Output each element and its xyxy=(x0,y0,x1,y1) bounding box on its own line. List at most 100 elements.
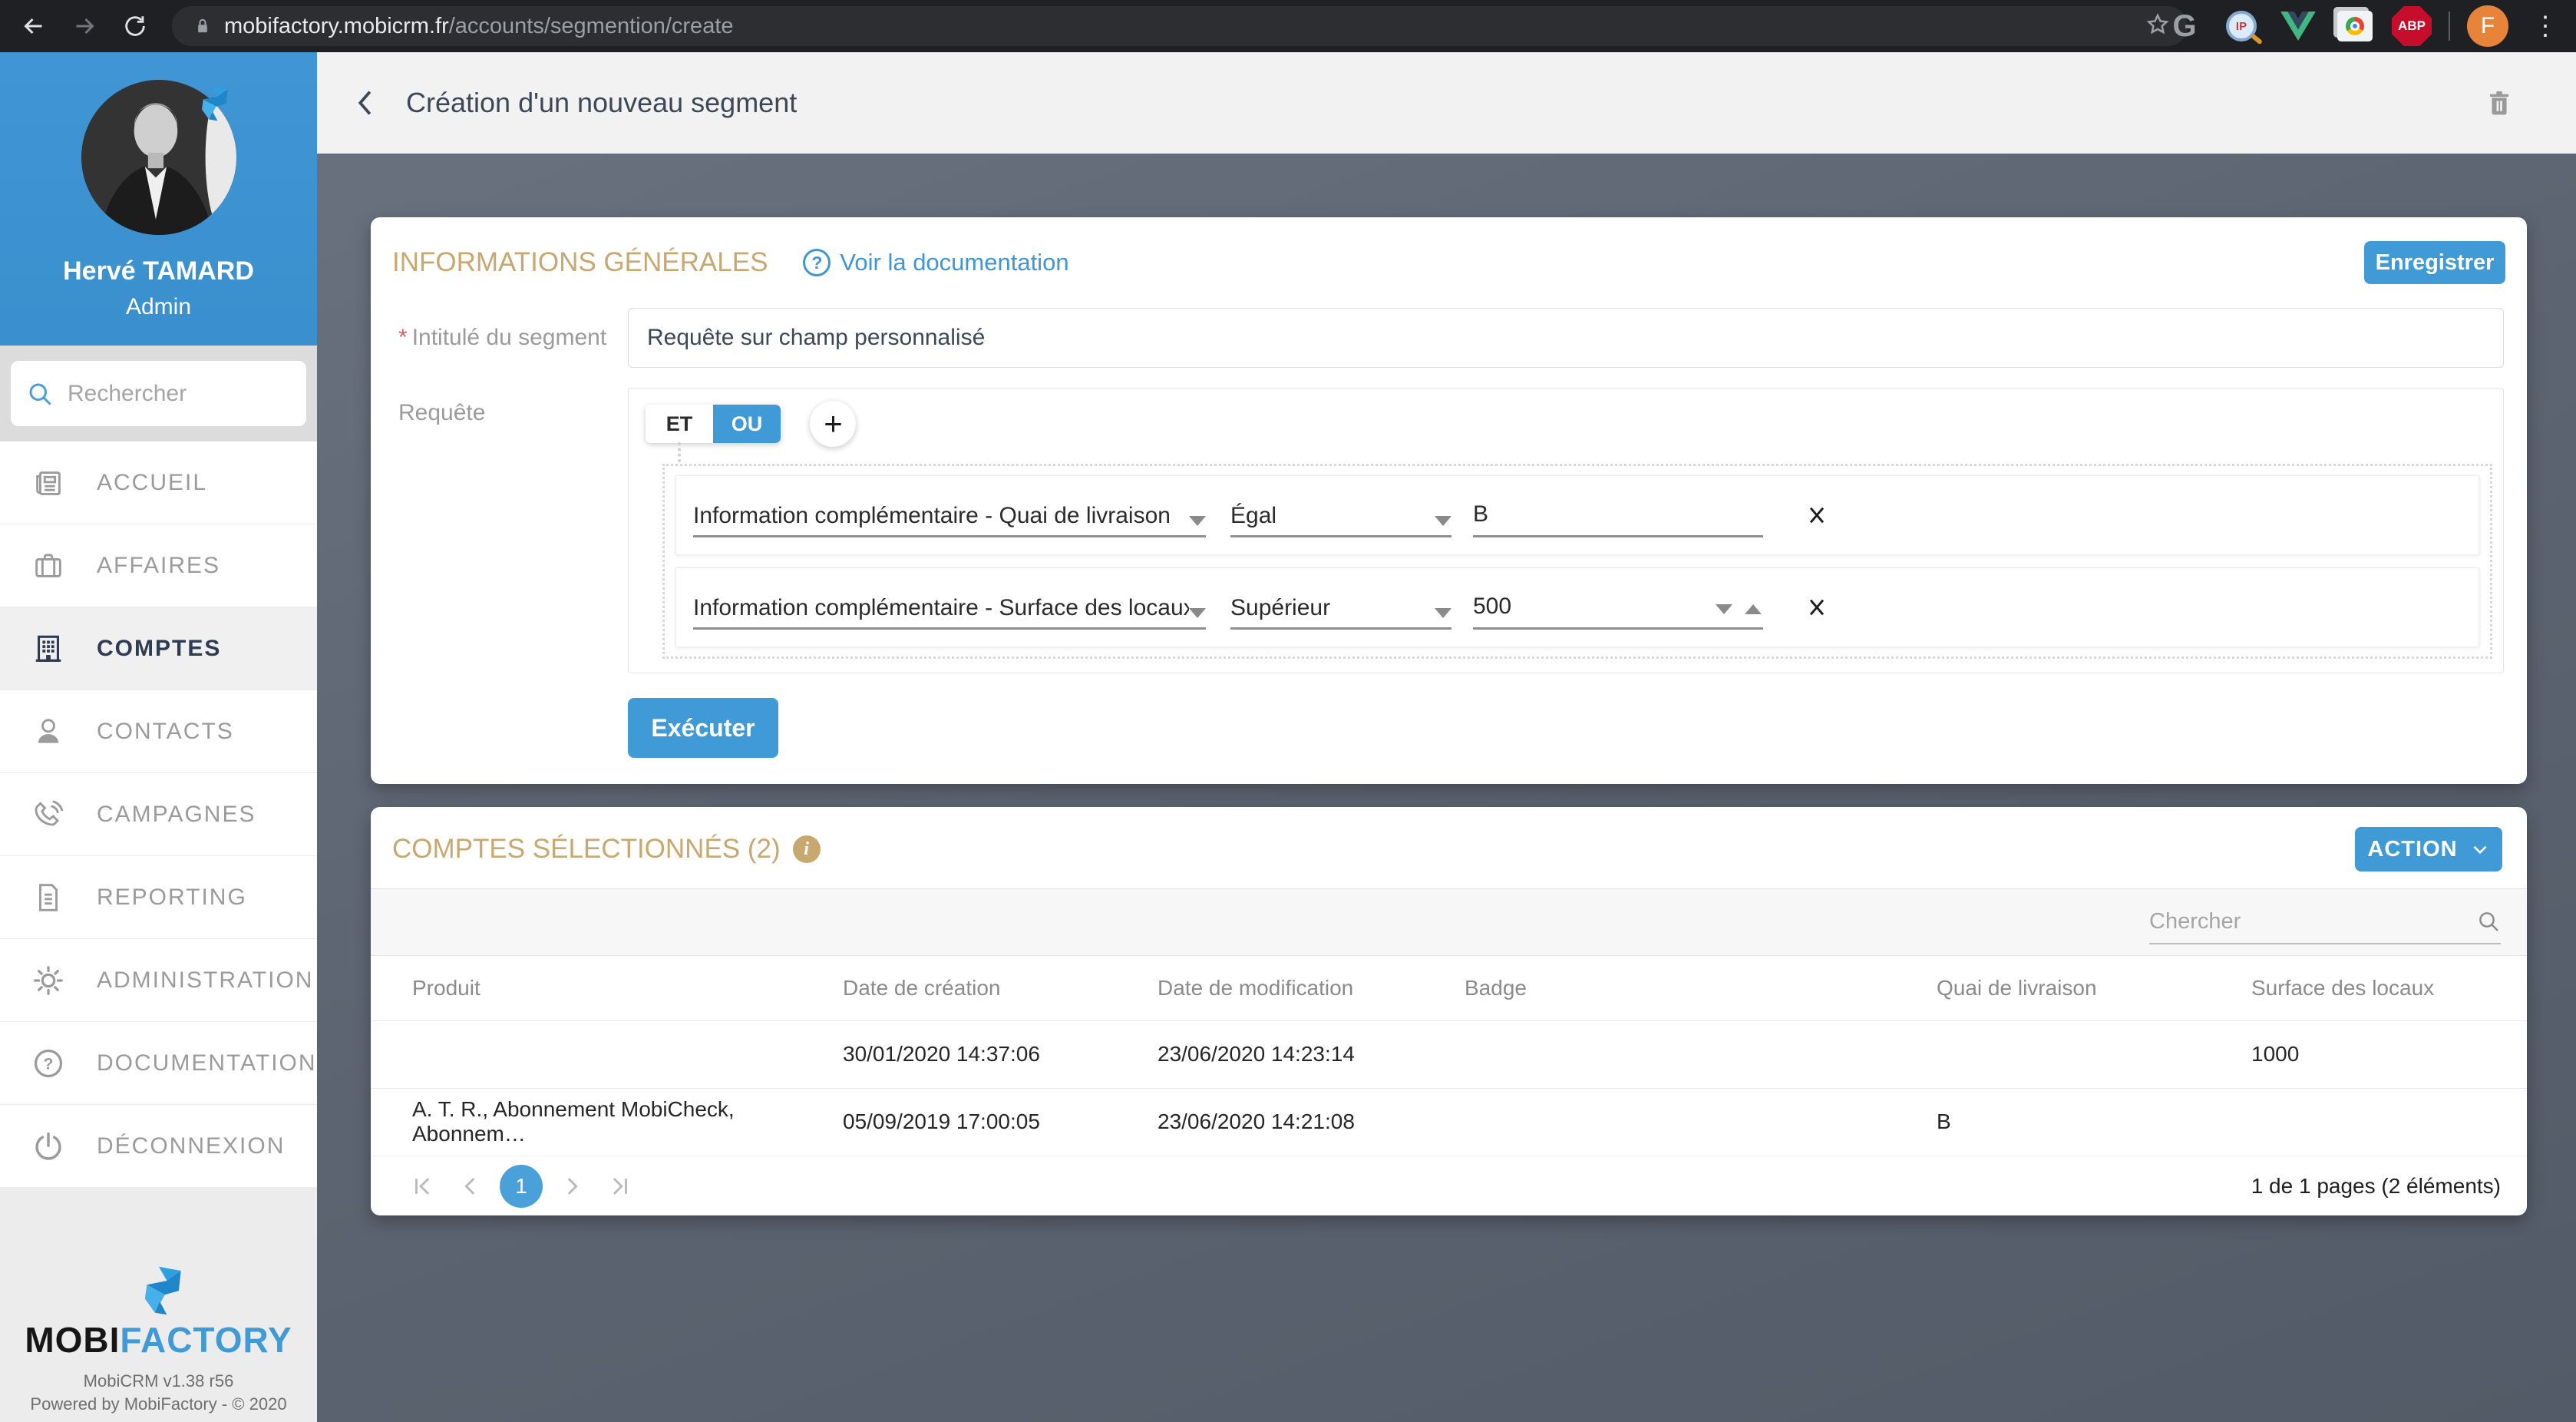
cell-quai xyxy=(1929,1020,2244,1088)
sidebar-item-affaires[interactable]: AFFAIRES xyxy=(0,524,317,607)
operator-and-button[interactable]: ET xyxy=(646,405,713,443)
column-header[interactable]: Produit xyxy=(371,956,835,1020)
cell-date-modification: 23/06/2020 14:23:14 xyxy=(1150,1020,1457,1088)
first-page-button[interactable] xyxy=(405,1168,441,1205)
cell-quai: B xyxy=(1929,1088,2244,1156)
save-button[interactable]: Enregistrer xyxy=(2364,241,2505,284)
selected-accounts-card: COMPTES SÉLECTIONNÉS (2) i ACTION xyxy=(371,807,2527,1215)
browser-profile-avatar[interactable]: F xyxy=(2467,5,2508,47)
accounts-table: Produit Date de création Date de modific… xyxy=(371,956,2527,1156)
page-header: Création d'un nouveau segment xyxy=(317,52,2576,154)
condition-field-select[interactable]: Information complémentaire - Quai de liv… xyxy=(693,493,1206,537)
vue-devtools-icon[interactable] xyxy=(2278,6,2318,46)
condition-row: Information complémentaire - Surface des… xyxy=(675,567,2479,647)
query-label: Requête xyxy=(392,388,628,426)
card-title: COMPTES SÉLECTIONNÉS (2) xyxy=(392,834,781,865)
user-role: Admin xyxy=(126,294,191,320)
prev-page-button[interactable] xyxy=(452,1168,489,1205)
sidebar-item-comptes[interactable]: COMPTES xyxy=(0,607,317,690)
table-row[interactable]: 30/01/2020 14:37:06 23/06/2020 14:23:14 … xyxy=(371,1020,2527,1088)
building-icon xyxy=(31,631,66,666)
table-search-input[interactable] xyxy=(2149,909,2476,934)
address-bar[interactable]: mobifactory.mobicrm.fr/accounts/segmenti… xyxy=(172,6,2188,46)
chevron-down-icon xyxy=(1189,516,1206,526)
column-header[interactable]: Quai de livraison xyxy=(1929,956,2244,1020)
condition-row: Information complémentaire - Quai de liv… xyxy=(675,475,2479,555)
sidebar-item-reporting[interactable]: REPORTING xyxy=(0,856,317,939)
powered-by: Powered by MobiFactory - © 2020 xyxy=(30,1394,286,1414)
last-page-button[interactable] xyxy=(601,1168,638,1205)
page-number-button[interactable]: 1 xyxy=(500,1165,543,1208)
sidebar-search xyxy=(0,346,317,441)
sidebar-item-accueil[interactable]: ACCUEIL xyxy=(0,441,317,524)
browser-menu-icon[interactable]: ⋮ xyxy=(2525,6,2565,46)
ip-lookup-extension-icon[interactable]: IP xyxy=(2221,6,2261,46)
sidebar-item-documentation[interactable]: ? DOCUMENTATION xyxy=(0,1022,317,1105)
search-input[interactable] xyxy=(68,381,364,407)
person-icon xyxy=(31,714,66,749)
segment-name-input[interactable] xyxy=(628,308,2504,368)
conditions-group: Information complémentaire - Quai de liv… xyxy=(662,464,2492,659)
user-name: Hervé TAMARD xyxy=(63,256,254,286)
card-title: INFORMATIONS GÉNÉRALES xyxy=(392,247,768,278)
sidebar: Hervé TAMARD Admin ACCUEIL AFFAIRES xyxy=(0,52,317,1422)
column-header[interactable]: Surface des locaux xyxy=(2244,956,2527,1020)
stepper-up-icon[interactable] xyxy=(1745,604,1762,614)
gear-icon xyxy=(31,963,66,998)
report-icon xyxy=(31,880,66,915)
browser-back-icon[interactable] xyxy=(17,9,51,43)
chevron-down-icon xyxy=(1189,608,1206,618)
table-search-strip xyxy=(371,888,2527,956)
remove-condition-button[interactable] xyxy=(1800,498,1834,532)
browser-forward-icon[interactable] xyxy=(68,9,101,43)
avatar[interactable] xyxy=(81,80,236,235)
help-icon: ? xyxy=(31,1046,66,1081)
condition-field-select[interactable]: Information complémentaire - Surface des… xyxy=(693,585,1206,630)
main-area: Création d'un nouveau segment INFORMATIO… xyxy=(317,52,2576,1422)
column-header[interactable]: Date de modification xyxy=(1150,956,1457,1020)
condition-value-input[interactable] xyxy=(1473,493,1763,537)
sidebar-item-campagnes[interactable]: CAMPAGNES xyxy=(0,773,317,856)
back-button[interactable] xyxy=(345,81,388,124)
url-text: mobifactory.mobicrm.fr/accounts/segmenti… xyxy=(224,14,734,39)
user-panel: Hervé TAMARD Admin xyxy=(0,52,317,346)
documentation-link[interactable]: ? Voir la documentation xyxy=(803,249,1068,276)
add-condition-button[interactable]: + xyxy=(810,401,856,447)
sidebar-item-administration[interactable]: ADMINISTRATION xyxy=(0,939,317,1022)
column-header[interactable]: Date de création xyxy=(835,956,1150,1020)
stepper-down-icon[interactable] xyxy=(1716,604,1732,614)
screenshot-extension-icon[interactable] xyxy=(2335,6,2375,46)
condition-operator-select[interactable]: Égal xyxy=(1230,493,1451,537)
condition-operator-select[interactable]: Supérieur xyxy=(1230,585,1451,630)
newspaper-icon xyxy=(31,465,66,501)
pagination: 1 1 de 1 pages (2 éléments) xyxy=(371,1156,2527,1215)
table-row[interactable]: A. T. R., Abonnement MobiCheck, Abonnem…… xyxy=(371,1088,2527,1156)
number-stepper[interactable] xyxy=(1716,604,1762,617)
google-extension-icon[interactable]: G xyxy=(2165,6,2204,46)
chevron-down-icon xyxy=(2470,839,2490,859)
question-circle-icon: ? xyxy=(803,249,831,276)
operator-or-button[interactable]: OU xyxy=(713,405,781,443)
trash-icon[interactable] xyxy=(2476,80,2522,126)
next-page-button[interactable] xyxy=(553,1168,590,1205)
browser-chrome: mobifactory.mobicrm.fr/accounts/segmenti… xyxy=(0,0,2576,52)
cell-produit xyxy=(371,1020,835,1088)
info-icon[interactable]: i xyxy=(793,835,821,863)
cell-badge xyxy=(1457,1088,1929,1156)
sidebar-item-contacts[interactable]: CONTACTS xyxy=(0,690,317,773)
remove-condition-button[interactable] xyxy=(1800,590,1834,624)
adblock-icon[interactable]: ABP xyxy=(2392,6,2432,46)
browser-refresh-icon[interactable] xyxy=(118,9,152,43)
brand-logo: MOBIFACTORY xyxy=(25,1319,292,1361)
power-icon xyxy=(31,1129,66,1164)
execute-button[interactable]: Exécuter xyxy=(628,698,778,758)
condition-value-wrap xyxy=(1473,493,1763,537)
required-asterisk: * xyxy=(398,325,408,350)
sidebar-item-deconnexion[interactable]: DÉCONNEXION xyxy=(0,1105,317,1188)
chevron-down-icon xyxy=(1435,608,1451,618)
condition-separator xyxy=(675,555,2479,567)
cell-date-modification: 23/06/2020 14:21:08 xyxy=(1150,1088,1457,1156)
column-header[interactable]: Badge xyxy=(1457,956,1929,1020)
condition-value-wrap xyxy=(1473,585,1763,630)
action-button[interactable]: ACTION xyxy=(2355,827,2502,871)
